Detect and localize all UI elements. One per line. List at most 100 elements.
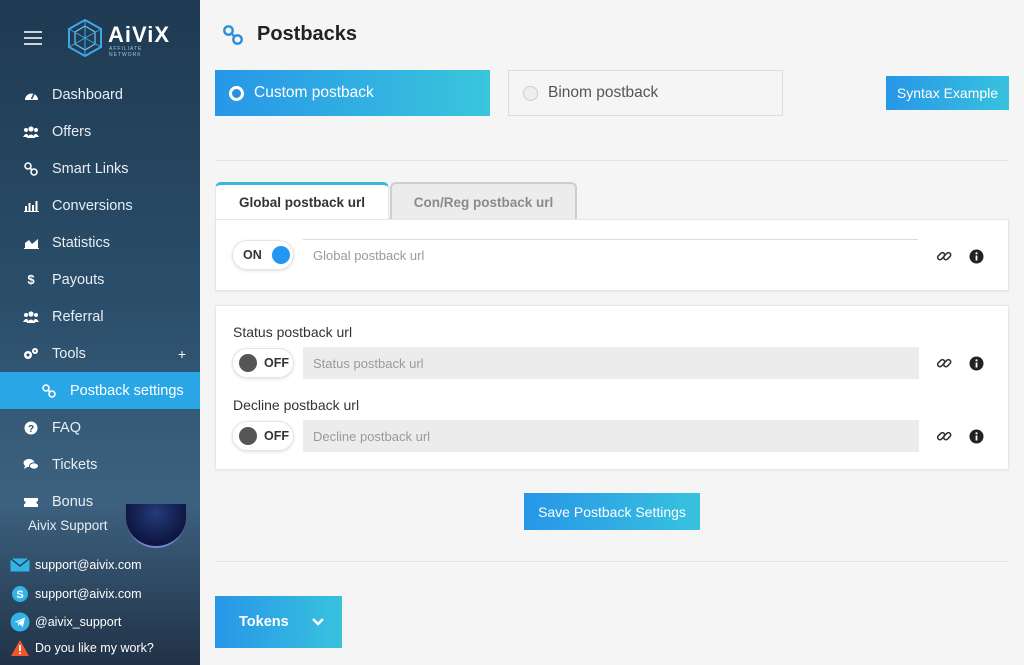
support-skype: support@aivix.com	[35, 587, 142, 601]
users-icon	[22, 309, 40, 325]
brand-logo[interactable]: AiViX AFFILIATE NETWORK	[66, 18, 176, 60]
tab-global-postback-url[interactable]: Global postback url	[215, 182, 389, 220]
main-content: Postbacks Custom postback Binom postback…	[200, 0, 1024, 665]
sidebar-item-label: Dashboard	[52, 86, 123, 103]
sidebar-item-label: Offers	[52, 123, 92, 140]
info-icon[interactable]	[967, 427, 985, 445]
sidebar-item-statistics[interactable]: Statistics	[0, 224, 200, 261]
page-title: Postbacks	[257, 23, 358, 45]
radio-unselected-icon	[523, 85, 538, 101]
info-icon[interactable]	[967, 354, 985, 372]
custom-postback-radio[interactable]: Custom postback	[215, 70, 490, 116]
sidebar-item-tools[interactable]: Tools +	[0, 335, 200, 372]
divider	[215, 160, 1009, 161]
warning-icon	[10, 639, 30, 657]
sidebar-item-conversions[interactable]: Conversions	[0, 187, 200, 224]
info-icon[interactable]	[967, 247, 985, 265]
feedback-text: Do you like my work?	[35, 641, 154, 655]
chain-link-icon[interactable]	[935, 354, 953, 372]
sidebar-item-label: Tickets	[52, 456, 98, 473]
status-decline-panel: Status postback url OFF Decline postback…	[215, 305, 1009, 470]
hexagon-logo-icon	[68, 18, 102, 58]
skype-icon: S	[10, 585, 30, 603]
sidebar-item-label: Tools	[52, 345, 86, 362]
comments-icon	[22, 457, 40, 473]
sidebar-nav: Dashboard Offers Smart Links Conversions…	[0, 76, 200, 520]
bar-chart-icon	[22, 198, 40, 214]
binom-postback-label: Binom postback	[548, 84, 659, 101]
status-postback-label: Status postback url	[233, 324, 353, 340]
svg-text:?: ?	[28, 424, 34, 435]
sidebar-item-label: Postback settings	[70, 382, 184, 399]
hamburger-menu-icon[interactable]	[24, 31, 42, 45]
support-email: support@aivix.com	[35, 558, 142, 572]
sidebar-item-label: Bonus	[52, 493, 94, 510]
global-postback-toggle[interactable]: ON	[232, 240, 294, 270]
global-postback-url-input[interactable]	[303, 239, 918, 271]
tokens-dropdown-button[interactable]: Tokens	[215, 596, 342, 648]
sidebar: AiViX AFFILIATE NETWORK Dashboard Offers…	[0, 0, 200, 665]
link-icon	[40, 383, 58, 399]
gears-icon	[22, 346, 40, 362]
tokens-label: Tokens	[239, 614, 289, 630]
sidebar-item-label: Payouts	[52, 271, 105, 288]
brand-name: AiViX	[108, 22, 171, 47]
sidebar-item-payouts[interactable]: $ Payouts	[0, 261, 200, 298]
divider	[215, 561, 1009, 562]
envelope-icon	[10, 556, 30, 574]
expand-plus-icon[interactable]: +	[178, 346, 186, 362]
support-title: Aivix Support	[28, 518, 108, 533]
status-postback-toggle[interactable]: OFF	[232, 348, 294, 378]
sidebar-item-smart-links[interactable]: Smart Links	[0, 150, 200, 187]
area-chart-icon	[22, 235, 40, 251]
sidebar-header: AiViX AFFILIATE NETWORK	[0, 0, 200, 76]
brand-tagline: AFFILIATE NETWORK	[109, 46, 143, 58]
sidebar-item-label: Conversions	[52, 197, 133, 214]
link-icon	[223, 25, 243, 45]
save-postback-settings-button[interactable]: Save Postback Settings	[524, 493, 700, 530]
tab-con-reg-postback-url[interactable]: Con/Reg postback url	[390, 182, 577, 220]
sidebar-item-faq[interactable]: ? FAQ	[0, 409, 200, 446]
support-email-link[interactable]: support@aivix.com	[10, 556, 141, 574]
sidebar-item-dashboard[interactable]: Dashboard	[0, 76, 200, 113]
support-telegram: @aivix_support	[35, 615, 122, 629]
link-icon	[22, 161, 40, 177]
sidebar-item-referral[interactable]: Referral	[0, 298, 200, 335]
decline-postback-toggle[interactable]: OFF	[232, 421, 294, 451]
feedback-link[interactable]: Do you like my work?	[10, 639, 154, 657]
sidebar-item-label: Referral	[52, 308, 104, 325]
sidebar-item-label: Statistics	[52, 234, 111, 251]
telegram-icon	[10, 612, 30, 632]
sidebar-item-label: Smart Links	[52, 160, 129, 177]
toggle-knob	[271, 246, 290, 264]
custom-postback-label: Custom postback	[254, 84, 374, 101]
toggle-state-label: ON	[243, 248, 262, 262]
svg-text:S: S	[16, 589, 23, 601]
sidebar-item-offers[interactable]: Offers	[0, 113, 200, 150]
toggle-knob	[239, 427, 257, 445]
dashboard-icon	[22, 87, 40, 103]
support-globe-image	[126, 504, 186, 548]
toggle-knob	[239, 354, 257, 372]
chain-link-icon[interactable]	[935, 427, 953, 445]
sidebar-item-tickets[interactable]: Tickets	[0, 446, 200, 483]
sidebar-item-label: FAQ	[52, 419, 82, 436]
radio-selected-icon	[229, 85, 244, 101]
ticket-icon	[22, 494, 40, 510]
dollar-icon: $	[27, 272, 35, 287]
support-telegram-link[interactable]: @aivix_support	[10, 612, 122, 632]
decline-postback-label: Decline postback url	[233, 397, 360, 413]
users-icon	[22, 124, 40, 140]
chain-link-icon[interactable]	[935, 247, 953, 265]
decline-postback-url-input[interactable]	[303, 420, 919, 452]
global-postback-panel: ON	[215, 219, 1009, 291]
question-icon: ?	[22, 420, 40, 436]
syntax-example-button[interactable]: Syntax Example	[886, 76, 1009, 110]
status-postback-url-input[interactable]	[303, 347, 919, 379]
sidebar-item-postback-settings[interactable]: Postback settings	[0, 372, 200, 409]
toggle-state-label: OFF	[264, 356, 289, 370]
chevron-down-icon	[311, 618, 324, 626]
binom-postback-radio[interactable]: Binom postback	[508, 70, 783, 116]
support-skype-link[interactable]: S support@aivix.com	[10, 585, 141, 603]
toggle-state-label: OFF	[264, 429, 289, 443]
